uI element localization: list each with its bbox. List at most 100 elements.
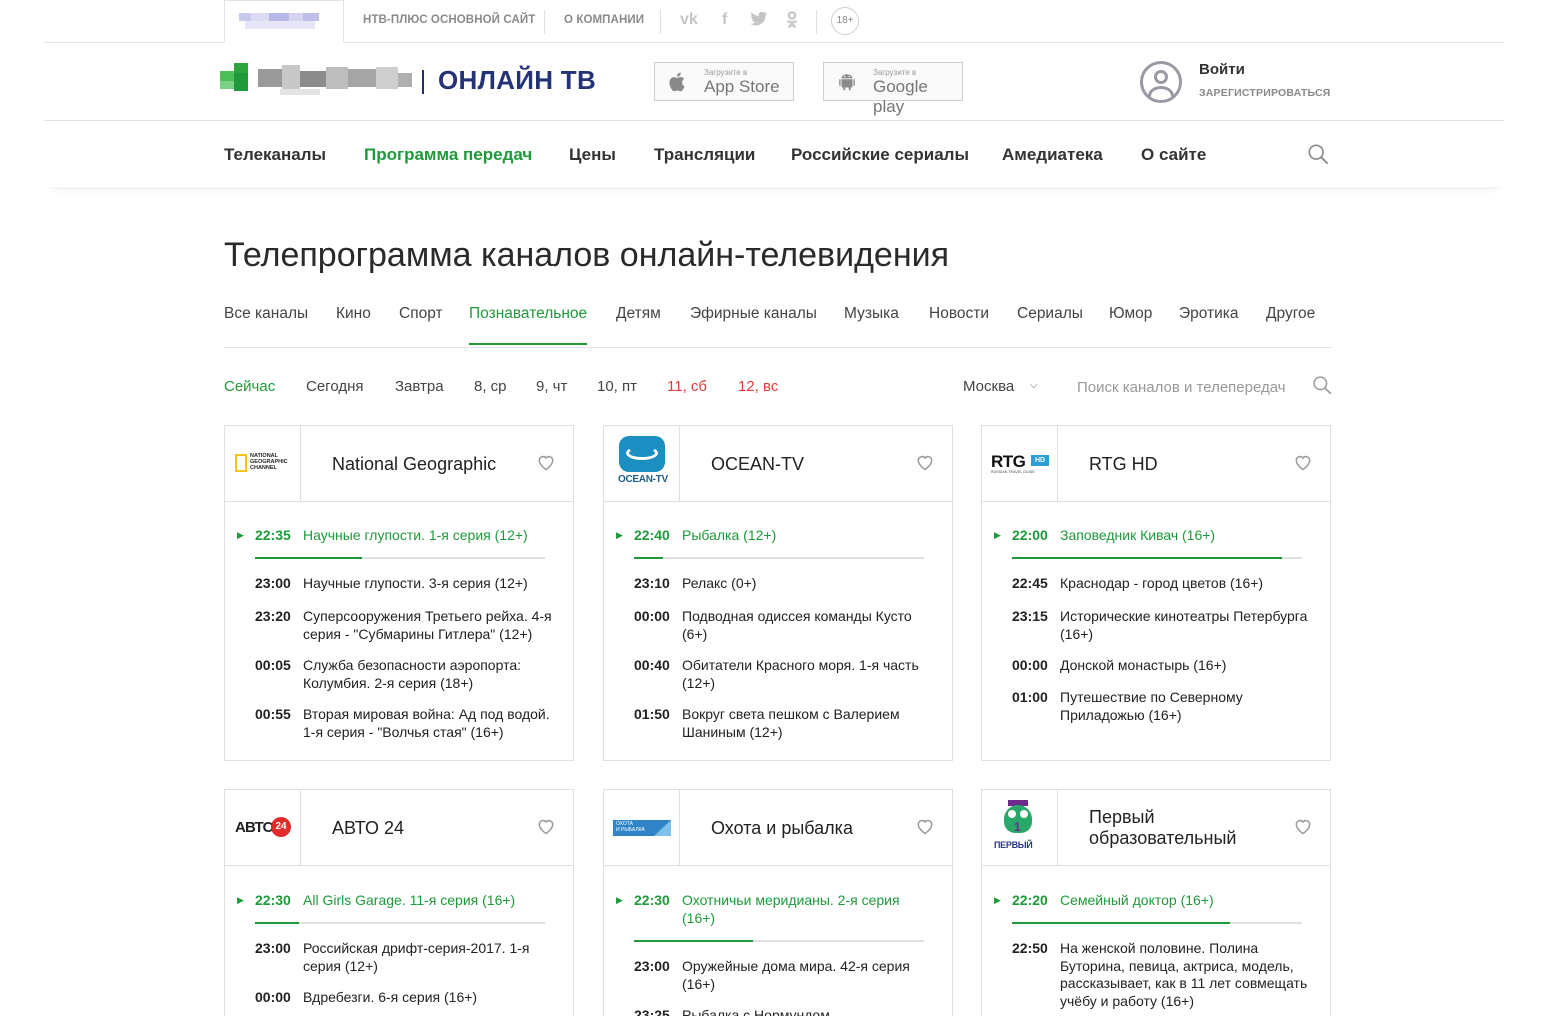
login-link[interactable]: Войти (1199, 61, 1245, 78)
tab-kids[interactable]: Детям (616, 305, 661, 323)
nav-item-broadcasts[interactable]: Трансляции (654, 145, 755, 165)
program-title: Научные глупости. 1-я серия (12+) (303, 527, 528, 543)
partner-logo-tab[interactable] (224, 0, 344, 43)
program-time: 00:00 (634, 608, 670, 624)
progress-fill (1012, 557, 1282, 559)
tab-music[interactable]: Музыка (844, 305, 899, 323)
ocean-tv-logo[interactable]: OCEAN-TV (604, 426, 680, 501)
channel-card: RTG HD RUSSIAN TRAVEL GUIDE RTG HD ▶ 22:… (981, 425, 1331, 761)
heart-icon[interactable] (915, 452, 935, 472)
heart-icon[interactable] (536, 816, 556, 836)
hunting-fishing-logo[interactable]: ОХОТА И РЫБАЛКА (604, 790, 680, 865)
app-store-button[interactable]: Загрузите в App Store (654, 62, 794, 101)
google-play-button[interactable]: Загрузите в Google play (823, 62, 963, 116)
channel-search-input[interactable] (1077, 374, 1301, 400)
facebook-icon[interactable]: f (722, 11, 727, 29)
ntv-plus-main-site-link[interactable]: НТВ-ПЛЮС ОСНОВНОЙ САЙТ (363, 14, 535, 26)
android-icon (839, 74, 855, 91)
play-icon: ▶ (237, 895, 244, 905)
twitter-icon[interactable] (750, 11, 768, 32)
tab-educational[interactable]: Познавательное (469, 305, 588, 345)
program-time: 23:15 (1012, 608, 1048, 624)
channel-name[interactable]: Первый образовательный (1089, 807, 1289, 849)
auto24-logo[interactable]: АВТО 24 (225, 790, 301, 865)
day-now[interactable]: Сейчас (224, 378, 275, 395)
channel-card: 1 ПЕРВЫЙ Первый образовательный ▶ 22:20 … (981, 789, 1331, 1016)
channel-name[interactable]: OCEAN-TV (711, 454, 911, 475)
app-store-label: App Store (704, 77, 780, 96)
city-selector[interactable]: Москва (963, 378, 1014, 395)
program-title: Заповедник Кивач (16+) (1060, 527, 1216, 543)
search-icon[interactable] (1307, 143, 1329, 165)
tab-humor[interactable]: Юмор (1109, 305, 1152, 323)
day-8[interactable]: 8, ср (474, 378, 507, 395)
tab-sport[interactable]: Спорт (399, 305, 443, 323)
program-title: Обитатели Красного моря. 1-я часть (12+) (682, 657, 919, 691)
program-title: Семейный доктор (16+) (1060, 892, 1214, 908)
program-time: 23:00 (255, 575, 291, 591)
play-icon: ▶ (616, 530, 623, 540)
user-avatar-icon[interactable] (1140, 61, 1182, 103)
program-time: 23:20 (255, 608, 291, 624)
nav-item-prices[interactable]: Цены (569, 145, 616, 165)
heart-icon[interactable] (536, 452, 556, 472)
about-company-link[interactable]: О КОМПАНИИ (564, 14, 644, 26)
progress-fill (634, 557, 663, 559)
online-tv-title: ОНЛАЙН ТВ (438, 65, 597, 95)
page-title: Телепрограмма каналов онлайн-телевидения (224, 236, 950, 274)
vk-icon[interactable]: vk (680, 11, 698, 29)
tab-broadcast-channels[interactable]: Эфирные каналы (690, 305, 817, 323)
channel-card: ОХОТА И РЫБАЛКА Охота и рыбалка ▶ 22:30 О… (603, 789, 953, 1016)
tab-series[interactable]: Сериалы (1017, 305, 1083, 323)
nav-item-about-site[interactable]: О сайте (1141, 145, 1206, 165)
nav-item-tv-schedule[interactable]: Программа передач (364, 145, 532, 165)
progress-bar (634, 557, 924, 559)
site-header: ОНЛАЙН ТВ Загрузите в App Store Загрузит… (44, 43, 1504, 121)
tab-news[interactable]: Новости (929, 305, 989, 323)
channel-card-header: 1 ПЕРВЫЙ Первый образовательный (982, 790, 1330, 866)
channel-card-header: АВТО 24 АВТО 24 (225, 790, 573, 866)
program-title: All Girls Garage. 11-я серия (16+) (303, 892, 516, 908)
rtg-hd-logo[interactable]: RTG HD RUSSIAN TRAVEL GUIDE (982, 426, 1058, 501)
odnoklassniki-icon[interactable] (786, 11, 798, 34)
search-icon[interactable] (1312, 375, 1332, 395)
day-9[interactable]: 9, чт (536, 378, 567, 395)
category-tabs: Все каналы Кино Спорт Познавательное Дет… (224, 300, 1332, 348)
tab-other[interactable]: Другое (1266, 305, 1315, 323)
program-time: 23:00 (634, 958, 670, 974)
channel-card: OCEAN-TV OCEAN-TV ▶ 22:40 Рыбалка (12+) … (603, 425, 953, 761)
channel-name[interactable]: RTG HD (1089, 454, 1289, 475)
tab-all-channels[interactable]: Все каналы (224, 305, 308, 323)
program-time: 22:40 (634, 527, 670, 543)
program-title: Вокруг света пешком с Валерием Шаниным (… (682, 706, 900, 740)
heart-icon[interactable] (1293, 452, 1313, 472)
nav-item-amediateka[interactable]: Амедиатека (1002, 145, 1103, 165)
day-10[interactable]: 10, пт (597, 378, 637, 395)
nav-item-russian-series[interactable]: Российские сериалы (791, 145, 969, 165)
day-11[interactable]: 11, сб (667, 378, 707, 395)
channel-name[interactable]: АВТО 24 (332, 818, 532, 839)
channel-card: NATIONAL GEOGRAPHIC CHANNEL National Geogr… (224, 425, 574, 761)
tab-movies[interactable]: Кино (336, 305, 371, 323)
channel-name[interactable]: Охота и рыбалка (711, 818, 911, 839)
program-time: 22:50 (1012, 940, 1048, 956)
day-tomorrow[interactable]: Завтра (395, 378, 444, 395)
heart-icon[interactable] (1293, 816, 1313, 836)
perviy-obrazovatelniy-logo[interactable]: 1 ПЕРВЫЙ (982, 790, 1058, 865)
apple-icon (669, 72, 685, 92)
heart-icon[interactable] (915, 816, 935, 836)
national-geographic-logo[interactable]: NATIONAL GEOGRAPHIC CHANNEL (225, 426, 301, 501)
top-bar: НТВ-ПЛЮС ОСНОВНОЙ САЙТ О КОМПАНИИ vk f 1… (44, 0, 1504, 43)
chevron-down-icon[interactable]: ⌵ (1030, 380, 1038, 391)
register-link[interactable]: ЗАРЕГИСТРИРОВАТЬСЯ (1199, 87, 1331, 99)
play-icon: ▶ (994, 530, 1001, 540)
google-play-caption: Загрузите в (873, 68, 917, 77)
program-title: Суперсооружения Третьего рейха. 4-я сери… (303, 608, 552, 642)
tab-erotica[interactable]: Эротика (1179, 305, 1239, 323)
nav-item-tv-channels[interactable]: Телеканалы (224, 145, 326, 165)
day-today[interactable]: Сегодня (306, 378, 364, 395)
day-12[interactable]: 12, вс (738, 378, 778, 395)
channel-name[interactable]: National Geographic (332, 454, 532, 475)
brand-logo[interactable] (220, 63, 420, 103)
progress-bar (255, 922, 545, 924)
